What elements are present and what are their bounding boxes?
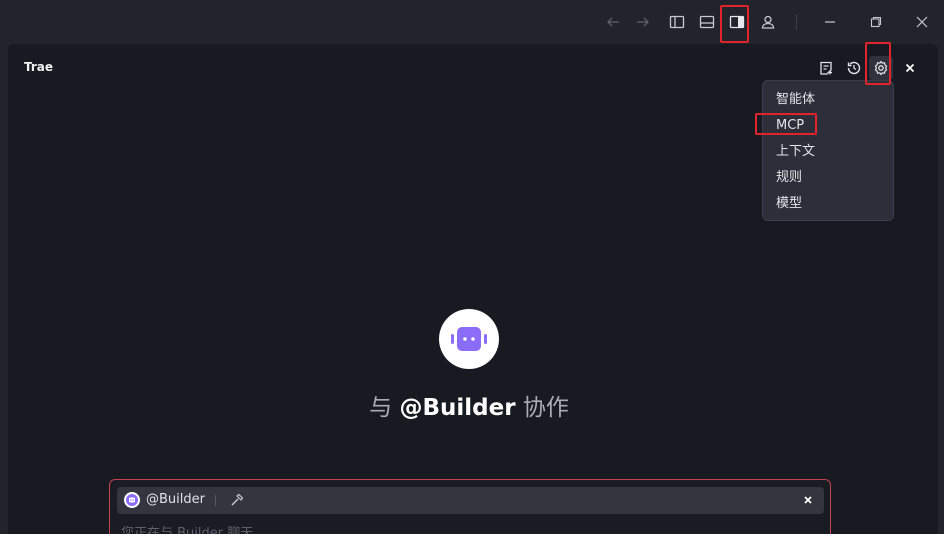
agent-bar-divider: [215, 495, 216, 506]
agent-selector-bar[interactable]: @Builder: [117, 487, 824, 514]
panel-title: Trae: [24, 60, 54, 74]
account-icon[interactable]: [756, 10, 780, 34]
back-arrow-icon[interactable]: [601, 10, 625, 34]
remove-agent-icon[interactable]: [800, 492, 816, 508]
menu-item-rules[interactable]: 规则: [763, 165, 893, 191]
hammer-icon[interactable]: [229, 492, 245, 508]
history-icon[interactable]: [842, 56, 866, 80]
new-chat-icon[interactable]: [814, 56, 838, 80]
agent-name-label: @Builder: [146, 492, 205, 507]
settings-gear-icon[interactable]: [869, 56, 893, 80]
menu-item-mcp[interactable]: MCP: [763, 113, 893, 139]
minimize-icon[interactable]: [818, 10, 842, 34]
menu-item-models[interactable]: 模型: [763, 191, 893, 217]
collab-suffix: 协作: [515, 395, 569, 421]
title-bar: [0, 0, 944, 44]
robot-icon: [451, 327, 487, 351]
robot-icon: [126, 494, 138, 506]
left-panel-toggle-icon[interactable]: [665, 10, 689, 34]
titlebar-divider: [796, 14, 797, 30]
restore-icon[interactable]: [864, 10, 888, 34]
forward-arrow-icon[interactable]: [631, 10, 655, 34]
collaborate-heading: 与 @Builder 协作: [0, 388, 938, 422]
collab-prefix: 与: [369, 395, 400, 421]
chat-input-box[interactable]: @Builder 您正在与 Builder 聊天: [109, 479, 831, 534]
settings-menu: 智能体 MCP 上下文 规则 模型: [762, 80, 894, 221]
bottom-panel-toggle-icon[interactable]: [695, 10, 719, 34]
agent-avatar: [124, 492, 140, 508]
close-panel-icon[interactable]: [898, 56, 922, 80]
collab-agent-name: @Builder: [399, 395, 516, 421]
menu-item-context[interactable]: 上下文: [763, 139, 893, 165]
chat-placeholder: 您正在与 Builder 聊天: [121, 526, 254, 534]
builder-agent-logo: [439, 309, 499, 369]
close-window-icon[interactable]: [910, 10, 934, 34]
menu-item-agents[interactable]: 智能体: [763, 87, 893, 113]
right-panel-toggle-icon[interactable]: [725, 10, 749, 34]
